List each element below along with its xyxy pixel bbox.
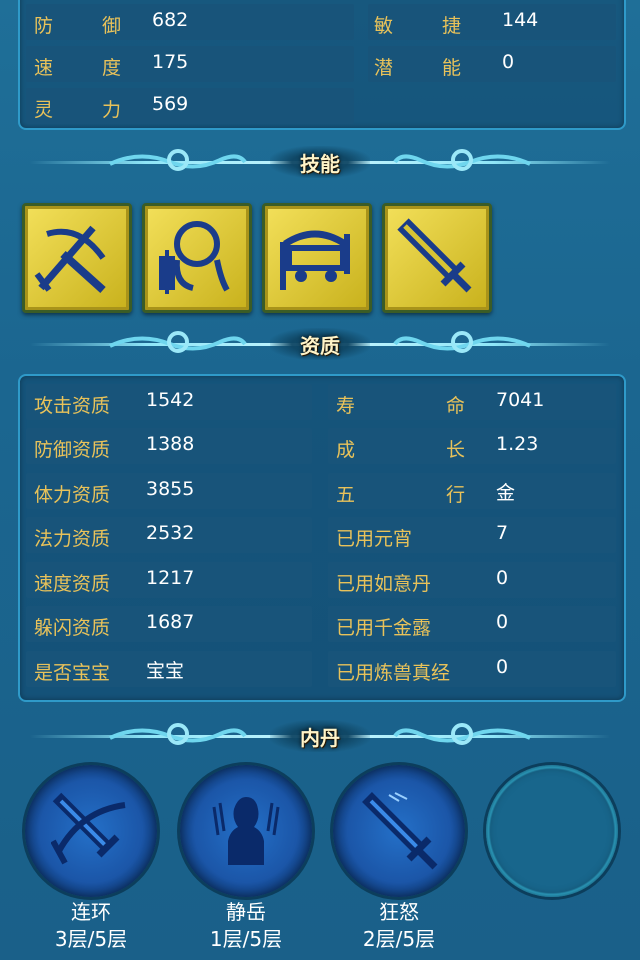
- neidan-name: 狂怒: [379, 900, 419, 924]
- neidan-level: 3层/5层: [54, 927, 128, 951]
- aptitude-value: 1687: [146, 611, 195, 633]
- aptitude-row: 法力资质 2532: [26, 517, 312, 553]
- aptitude-value: 3855: [146, 478, 195, 500]
- aptitude-label-char: 长: [446, 439, 466, 461]
- stat-value: 175: [152, 51, 189, 73]
- aptitude-value: 1542: [146, 389, 195, 411]
- fury-sword-icon: [362, 792, 438, 870]
- aptitude-row: 五 行 金: [328, 473, 616, 509]
- aptitude-value: 宝宝: [146, 660, 185, 682]
- neidan-name: 连环: [71, 900, 111, 924]
- section-title: 技能: [300, 152, 340, 176]
- chain-swords-icon: [51, 792, 126, 865]
- attribute-panel: 防 御 682 敏 捷 144 速 度 175 潜 能 0 灵 力 569: [18, 0, 626, 130]
- aptitude-label: 已用炼兽真经: [336, 662, 451, 684]
- aptitude-label: 已用元宵: [336, 528, 413, 550]
- aptitude-label: 速度资质: [34, 573, 111, 595]
- aptitude-label-char: 成: [336, 439, 356, 461]
- aptitude-label: 已用千金露: [336, 617, 432, 639]
- stat-label-char: 度: [102, 57, 122, 79]
- aptitude-value: 7041: [496, 389, 545, 411]
- stat-label-char: 速: [34, 57, 54, 79]
- aptitude-label-char: 行: [446, 484, 466, 506]
- skill-slot-3[interactable]: [262, 203, 372, 313]
- skills-header: 技能: [0, 142, 640, 182]
- aptitude-label: 法力资质: [34, 528, 111, 550]
- aptitude-label: 是否宝宝: [34, 662, 111, 684]
- aptitude-row: 体力资质 3855: [26, 473, 312, 509]
- neidan-header: 内丹: [0, 716, 640, 756]
- aptitude-label-char: 寿: [336, 395, 356, 417]
- skill-slot-1[interactable]: [22, 203, 132, 313]
- neidan-name: 静岳: [226, 900, 266, 924]
- aptitude-row: 已用元宵 7: [328, 517, 616, 553]
- aptitude-row: 速度资质 1217: [26, 562, 312, 598]
- aptitude-value: 7: [496, 522, 509, 544]
- aptitude-row: 是否宝宝 宝宝: [26, 651, 312, 687]
- aptitude-label-char: 命: [446, 395, 466, 417]
- chariot-icon: [280, 230, 350, 290]
- neidan-slot-1[interactable]: [25, 765, 157, 897]
- aptitude-label: 攻击资质: [34, 395, 111, 417]
- aptitude-value: 2532: [146, 522, 195, 544]
- section-title: 内丹: [300, 726, 340, 750]
- stat-label-char: 防: [34, 15, 54, 37]
- aptitude-value: 1388: [146, 433, 195, 455]
- stat-label-char: 能: [442, 57, 462, 79]
- skill-slot-2[interactable]: [142, 203, 252, 313]
- aptitude-header: 资质: [0, 324, 640, 364]
- aptitude-row: 攻击资质 1542: [26, 384, 312, 420]
- neidan-level: 2层/5层: [362, 927, 436, 951]
- aptitude-row: 躲闪资质 1687: [26, 606, 312, 642]
- crossed-swords-icon: [34, 225, 106, 293]
- aptitude-label: 已用如意丹: [336, 573, 432, 595]
- stat-value: 682: [152, 9, 189, 31]
- stat-value: 569: [152, 93, 189, 115]
- stat-spirit: 灵 力 569: [26, 88, 354, 124]
- aptitude-row: 成 长 1.23: [328, 428, 616, 464]
- stat-defense: 防 御 682: [26, 4, 354, 40]
- silhouette-icon: [212, 797, 280, 865]
- aptitude-row: 已用千金露 0: [328, 606, 616, 642]
- neidan-slot-empty[interactable]: [486, 765, 618, 897]
- aptitude-value: 金: [496, 482, 516, 504]
- warrior-shield-icon: [159, 221, 230, 294]
- neidan-level: 1层/5层: [209, 927, 283, 951]
- aptitude-row: 寿 命 7041: [328, 384, 616, 420]
- aptitude-label: 体力资质: [34, 484, 111, 506]
- neidan-slot-3[interactable]: [333, 765, 465, 897]
- aptitude-value: 0: [496, 611, 509, 633]
- stat-label-char: 敏: [374, 15, 394, 37]
- aptitude-row: 防御资质 1388: [26, 428, 312, 464]
- stat-label-char: 力: [102, 99, 122, 121]
- stat-label-char: 潜: [374, 57, 394, 79]
- stat-label-char: 捷: [442, 15, 462, 37]
- aptitude-value: 0: [496, 656, 509, 678]
- aptitude-label: 躲闪资质: [34, 617, 111, 639]
- stat-label-char: 灵: [34, 99, 54, 121]
- stat-label-char: 御: [102, 15, 122, 37]
- aptitude-value: 0: [496, 567, 509, 589]
- stat-potential: 潜 能 0: [368, 46, 616, 82]
- aptitude-panel: 攻击资质 1542 防御资质 1388 体力资质 3855 法力资质 2532 …: [18, 374, 626, 702]
- aptitude-row: 已用炼兽真经 0: [328, 651, 616, 687]
- section-title: 资质: [300, 334, 340, 358]
- aptitude-row: 已用如意丹 0: [328, 562, 616, 598]
- aptitude-label: 防御资质: [34, 439, 111, 461]
- stat-agility: 敏 捷 144: [368, 4, 616, 40]
- stat-value: 144: [502, 9, 539, 31]
- neidan-slot-2[interactable]: [180, 765, 312, 897]
- sword-icon: [397, 218, 472, 293]
- aptitude-value: 1.23: [496, 433, 539, 455]
- aptitude-label-char: 五: [336, 484, 356, 506]
- stat-speed: 速 度 175: [26, 46, 354, 82]
- skill-slot-4[interactable]: [382, 203, 492, 313]
- aptitude-value: 1217: [146, 567, 195, 589]
- stat-value: 0: [502, 51, 515, 73]
